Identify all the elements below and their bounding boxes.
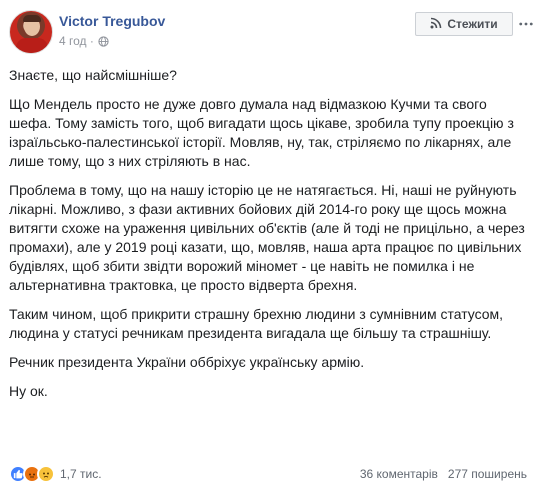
sad-reaction-icon	[37, 465, 55, 483]
follow-label: Стежити	[447, 17, 498, 31]
post-paragraph: Проблема в тому, що на нашу історію це н…	[9, 182, 525, 293]
globe-icon	[98, 35, 109, 47]
avatar-hair	[23, 15, 41, 22]
post-paragraph: Речник президента України оббріхує украї…	[9, 354, 365, 370]
avatar[interactable]	[9, 10, 53, 54]
rss-icon	[430, 17, 442, 32]
post-footer: 1,7 тис. 36 коментарів 277 поширень	[9, 462, 527, 486]
post-header: Victor Tregubov 4 год · Стежити	[9, 8, 533, 58]
post-paragraph: Що Мендель просто не дуже довго думала н…	[9, 96, 514, 169]
comments-count[interactable]: 36 коментарів	[360, 467, 438, 481]
post-meta: 4 год ·	[59, 34, 109, 48]
post-text: Знаєте, що найсмішніше? Що Мендель прост…	[9, 66, 529, 411]
more-icon[interactable]	[517, 12, 535, 36]
post-stats: 36 коментарів 277 поширень	[360, 467, 527, 481]
avatar-shirt	[16, 38, 48, 53]
post-paragraph: Ну ок.	[9, 383, 48, 399]
reaction-count[interactable]: 1,7 тис.	[60, 467, 102, 481]
shares-count[interactable]: 277 поширень	[448, 467, 527, 481]
post-time[interactable]: 4 год ·	[59, 34, 94, 48]
author-name[interactable]: Victor Tregubov	[59, 13, 165, 29]
post-paragraph: Знаєте, що найсмішніше?	[9, 67, 177, 83]
follow-button[interactable]: Стежити	[415, 12, 513, 36]
post-paragraph: Таким чином, щоб прикрити страшну брехню…	[9, 306, 504, 341]
reactions[interactable]: 1,7 тис.	[9, 465, 102, 483]
